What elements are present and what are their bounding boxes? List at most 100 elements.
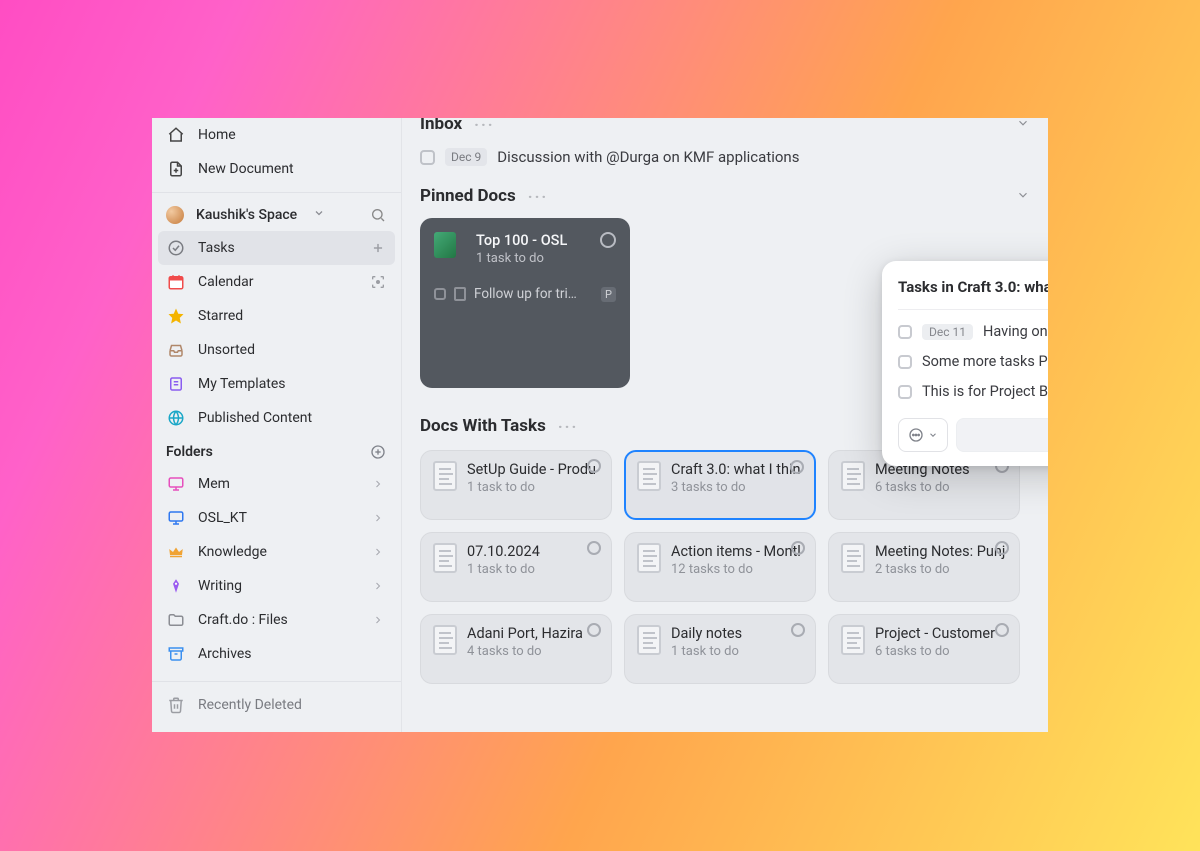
popover-task[interactable]: Some more tasks Project A [898,353,1048,370]
sidebar-space-switcher[interactable]: Kaushik's Space [152,199,401,231]
divider [152,192,401,193]
sidebar-item-unsorted[interactable]: Unsorted [152,333,401,367]
doc-title: 07.10.2024 [467,543,540,560]
doc-title: Daily notes [671,625,742,642]
checkbox-icon[interactable] [434,288,446,300]
sidebar-item-published[interactable]: Published Content [152,401,401,435]
sidebar-label: Home [198,127,236,143]
folder-icon [166,610,186,630]
doc-card[interactable]: 07.10.2024 1 task to do [420,532,612,602]
doc-title: Meeting Notes: Punj [875,543,1005,560]
docs-grid: SetUp Guide - Produ 1 task to do Craft 3.0… [420,450,1030,684]
sidebar-label: Tasks [198,240,235,256]
doc-card[interactable]: Craft 3.0: what I thin3 tasks to do [624,450,816,520]
new-document-icon [166,159,186,179]
doc-card[interactable]: Meeting Notes: Punj2 tasks to do [828,532,1020,602]
checkbox-icon[interactable] [898,325,912,339]
templates-icon [166,374,186,394]
doc-card[interactable]: Daily notes1 task to do [624,614,816,684]
more-icon[interactable]: ··· [558,417,578,436]
page-icon [637,625,661,655]
page-icon [433,625,457,655]
status-ring-icon[interactable] [791,623,805,637]
sidebar-item-templates[interactable]: My Templates [152,367,401,401]
sidebar-label: Starred [198,308,243,324]
section-title: Inbox [420,118,462,134]
sidebar-label: New Document [198,161,294,177]
globe-icon [166,408,186,428]
divider [152,681,401,682]
chevron-right-icon [369,611,387,629]
folder-knowledge[interactable]: Knowledge [152,535,401,569]
chevron-down-icon[interactable] [1016,187,1030,206]
doc-card[interactable]: SetUp Guide - Produ 1 task to do [420,450,612,520]
task-text: Having one sample task [983,323,1048,340]
popover-task[interactable]: Dec 11 Having one sample task [898,323,1048,340]
doc-card[interactable]: Adani Port, Hazira 4 tasks to do [420,614,612,684]
folder-writing[interactable]: Writing [152,569,401,603]
doc-subtitle: 1 task to do [467,562,540,577]
trash-icon [166,695,186,715]
doc-subtitle: 3 tasks to do [671,480,800,495]
chevron-down-icon[interactable] [1016,118,1030,134]
add-folder-icon[interactable] [369,443,387,461]
sidebar-recently-deleted[interactable]: Recently Deleted [152,688,401,722]
more-icon[interactable]: ··· [474,118,494,134]
more-icon[interactable]: ··· [528,187,548,206]
sidebar-item-tasks[interactable]: Tasks [158,231,395,265]
folder-craft-files[interactable]: Craft.do : Files [152,603,401,637]
app-window: Home New Document Kaushik's Space [152,118,1048,732]
doc-card[interactable]: Action items - Montl12 tasks to do [624,532,816,602]
status-ring-icon[interactable] [995,541,1009,555]
popover-task-list: Dec 11 Having one sample task Some more ta… [898,323,1048,400]
sidebar-item-starred[interactable]: Starred [152,299,401,333]
popover-more-button[interactable] [898,418,948,452]
inbox-heading: Inbox ··· [420,118,1030,134]
folder-mem[interactable]: Mem [152,467,401,501]
pinned-subtask[interactable]: Follow up for trial or… P [434,286,616,302]
checkbox-icon[interactable] [898,385,912,399]
doc-subtitle: 4 tasks to do [467,644,583,659]
monitor-icon [166,508,186,528]
status-ring-icon[interactable] [587,459,601,473]
folder-label: OSL_KT [198,510,247,526]
doc-card[interactable]: Project - Customer6 tasks to do [828,614,1020,684]
pinned-doc-card[interactable]: Top 100 - OSL 1 task to do Follow up for… [420,218,630,388]
page-icon [637,543,661,573]
doc-title: SetUp Guide - Produ [467,461,596,478]
pinned-heading: Pinned Docs ··· [420,186,1030,206]
sidebar-item-calendar[interactable]: Calendar [152,265,401,299]
folder-osl[interactable]: OSL_KT [152,501,401,535]
search-icon[interactable] [369,206,387,224]
folder-label: Archives [198,646,252,662]
doc-title: Action items - Montl [671,543,801,560]
popover-task[interactable]: This is for Project B [898,383,1048,400]
checkbox-icon[interactable] [898,355,912,369]
open-doc-button[interactable]: Open Doc [956,418,1048,452]
archive-icon [166,644,186,664]
doc-title: Adani Port, Hazira [467,625,583,642]
sidebar-new-document[interactable]: New Document [152,152,401,186]
chevron-right-icon [369,543,387,561]
scan-icon[interactable] [369,273,387,291]
status-ring-icon[interactable] [995,623,1009,637]
status-ring-icon[interactable] [791,541,805,555]
status-ring-icon[interactable] [600,232,616,248]
inbox-icon [166,340,186,360]
status-ring-icon[interactable] [587,623,601,637]
plus-icon[interactable] [369,239,387,257]
status-ring-icon[interactable] [790,460,804,474]
inbox-task[interactable]: Dec 9 Discussion with @Durga on KMF appl… [420,148,1030,166]
chevron-right-icon [369,577,387,595]
space-name: Kaushik's Space [196,207,297,223]
sidebar-home[interactable]: Home [152,118,401,152]
folders-heading: Folders [152,435,401,467]
checkbox-icon[interactable] [420,150,435,165]
status-ring-icon[interactable] [587,541,601,555]
page-icon [637,461,661,491]
date-chip: Dec 11 [922,324,973,340]
page-icon [454,287,466,301]
folder-archives[interactable]: Archives [152,637,401,671]
doc-subtitle: 6 tasks to do [875,480,970,495]
doc-subtitle: 1 task to do [467,480,596,495]
